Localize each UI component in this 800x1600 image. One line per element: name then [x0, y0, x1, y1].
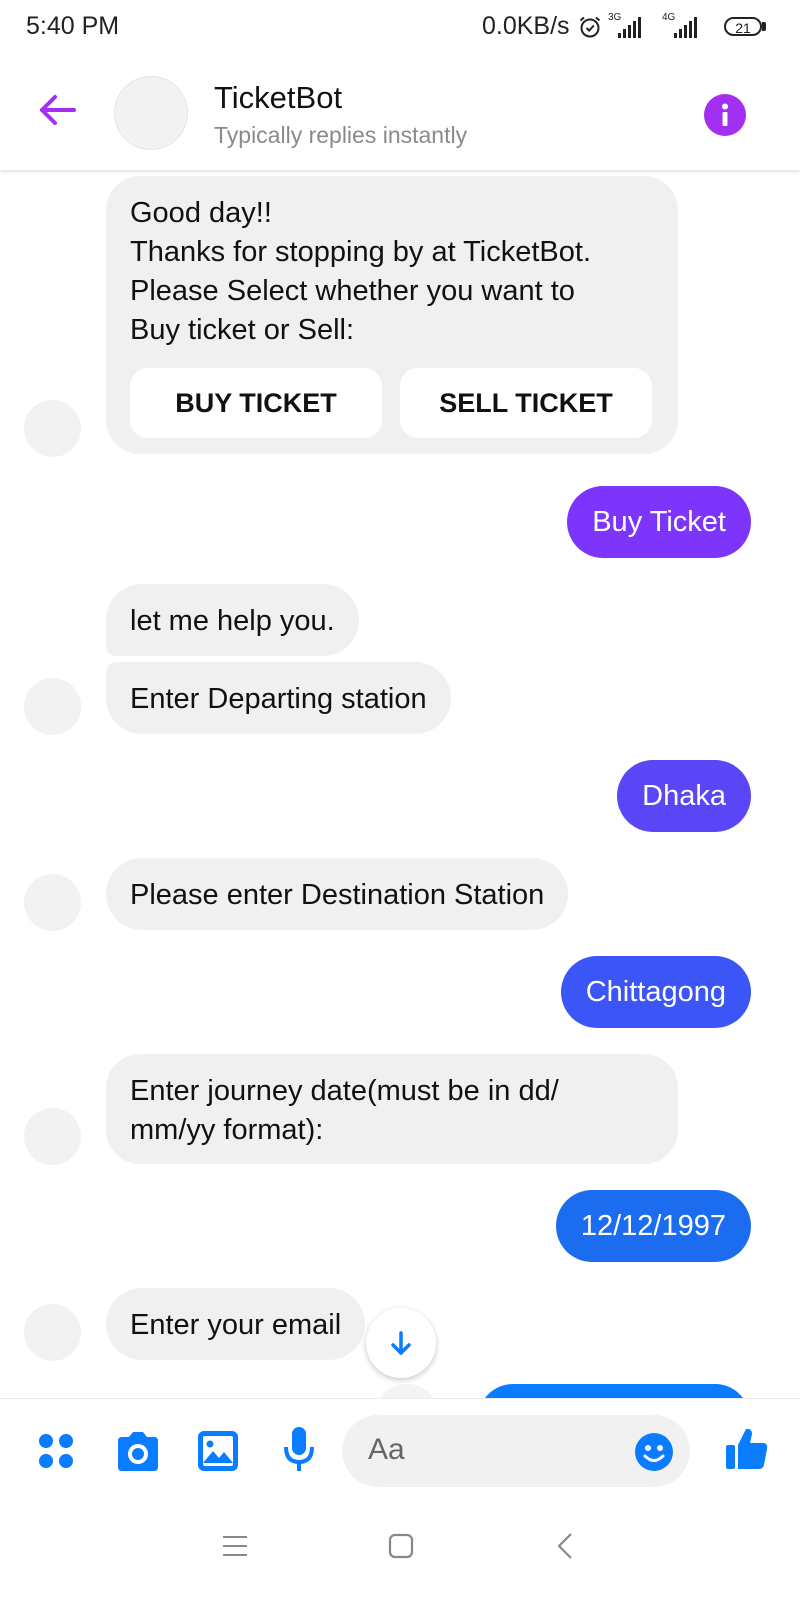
- battery-level: 21: [735, 20, 751, 36]
- menu-icon[interactable]: [222, 1534, 248, 1558]
- bot-welcome-message: Good day!! Thanks for stopping by at Tic…: [106, 176, 678, 454]
- user-message: Chittagong: [560, 956, 751, 1028]
- back-arrow-icon[interactable]: [34, 86, 82, 134]
- scroll-to-bottom-button[interactable]: [366, 1308, 436, 1378]
- apps-icon[interactable]: [36, 1431, 76, 1471]
- message-input[interactable]: Aa: [342, 1415, 690, 1487]
- bot-message: Enter journey date(must be in dd/ mm/yy …: [106, 1054, 678, 1164]
- user-message: Dhaka: [617, 760, 751, 832]
- alarm-icon: [579, 16, 601, 38]
- bot-name[interactable]: TicketBot: [214, 80, 342, 116]
- bot-message-line: mm/yy format):: [130, 1114, 324, 1146]
- battery-tip: [762, 22, 766, 31]
- chat-header: TicketBot Typically replies instantly: [0, 56, 800, 170]
- user-message: Buy Ticket: [567, 486, 751, 558]
- buy-ticket-button[interactable]: BUY TICKET: [130, 368, 382, 438]
- battery-icon: 21: [724, 17, 762, 36]
- message-list[interactable]: Good day!! Thanks for stopping by at Tic…: [0, 170, 800, 1398]
- signal-bars-2-icon: [670, 12, 702, 42]
- camera-icon[interactable]: [114, 1429, 162, 1473]
- bot-mini-avatar: [24, 400, 81, 457]
- welcome-line-2: Thanks for stopping by at TicketBot.: [130, 236, 592, 268]
- home-icon[interactable]: [388, 1533, 414, 1559]
- sell-ticket-button[interactable]: SELL TICKET: [400, 368, 652, 438]
- partial-avatar: [374, 1384, 440, 1398]
- signal-bars-1-icon: [614, 12, 644, 42]
- message-input-placeholder: Aa: [368, 1433, 405, 1466]
- bot-message: Please enter Destination Station: [106, 858, 569, 930]
- status-bar: 5:40 PM 0.0KB/s 3G 4G 21: [0, 0, 800, 56]
- user-message: 12/12/1997: [555, 1190, 751, 1262]
- bot-avatar[interactable]: [114, 76, 188, 150]
- message-composer: Aa: [0, 1398, 800, 1505]
- info-button[interactable]: [704, 94, 746, 136]
- bot-message-line: Enter journey date(must be in dd/: [130, 1075, 559, 1107]
- bot-mini-avatar: [24, 1304, 81, 1361]
- partial-user-message: [478, 1384, 750, 1398]
- back-icon[interactable]: [556, 1532, 574, 1560]
- welcome-line-4: Buy ticket or Sell:: [130, 314, 355, 346]
- welcome-line-1: Good day!!: [130, 197, 272, 229]
- bot-message: Enter your email: [106, 1288, 366, 1360]
- microphone-icon[interactable]: [282, 1425, 316, 1475]
- bot-status: Typically replies instantly: [214, 122, 468, 148]
- status-time: 5:40 PM: [26, 12, 120, 40]
- gallery-icon[interactable]: [196, 1429, 240, 1473]
- system-nav-bar: [0, 1504, 800, 1600]
- bot-message: Enter Departing station: [106, 662, 451, 734]
- status-icons: 3G 4G 21: [578, 12, 778, 42]
- status-net-speed: 0.0KB/s: [482, 12, 570, 40]
- emoji-icon[interactable]: [634, 1432, 674, 1472]
- arrow-down-icon: [391, 1331, 411, 1355]
- bot-mini-avatar: [24, 1108, 81, 1165]
- thumbs-up-icon[interactable]: [724, 1425, 770, 1473]
- info-icon: [722, 103, 728, 126]
- bot-mini-avatar: [24, 678, 81, 735]
- bot-message: let me help you.: [106, 584, 359, 656]
- bot-mini-avatar: [24, 874, 81, 931]
- welcome-line-3: Please Select whether you want to: [130, 275, 575, 307]
